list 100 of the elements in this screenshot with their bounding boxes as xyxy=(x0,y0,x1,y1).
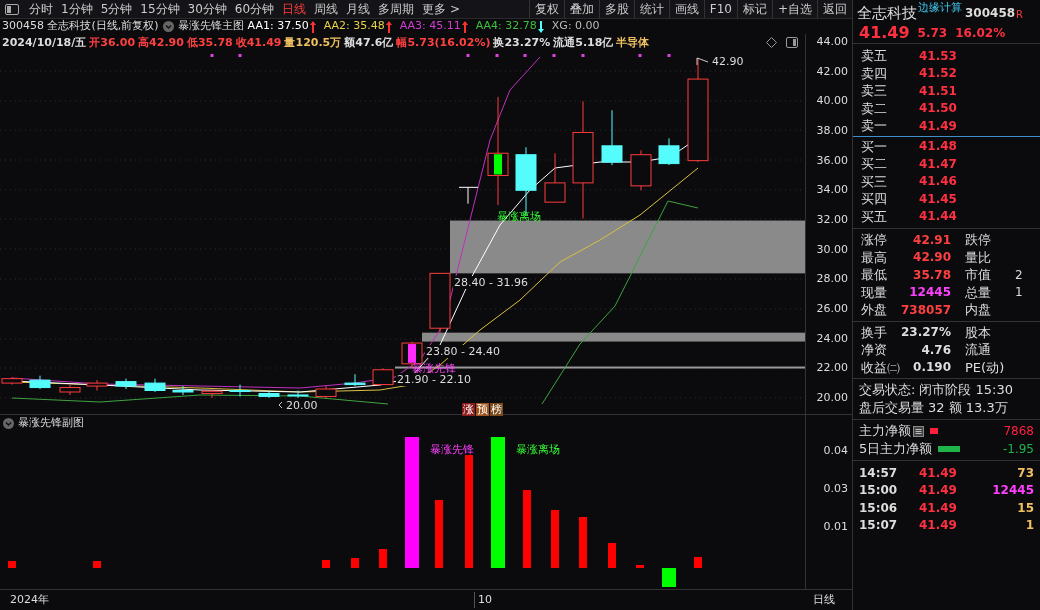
quote-value: 流通5.18亿 xyxy=(553,35,614,51)
quote-value: 2024/10/18/五 xyxy=(2,35,87,51)
chart-label: 20.00 xyxy=(286,399,318,412)
period-tab[interactable]: 60分钟 xyxy=(230,0,279,18)
chart-bar xyxy=(322,560,330,568)
period-tab[interactable]: 分时 xyxy=(25,0,57,18)
dropdown-icon[interactable] xyxy=(162,21,174,32)
toolbar-button[interactable]: F10 xyxy=(703,0,737,18)
order-price: 41.51 xyxy=(919,82,957,100)
candlestick xyxy=(315,385,337,399)
period-tab[interactable]: 日线 xyxy=(278,0,311,18)
stat-label: 净资 xyxy=(861,341,888,359)
tick-price: 41.49 xyxy=(919,482,958,500)
signal-badge: 涨 xyxy=(462,403,475,416)
quote-value: 收41.49 xyxy=(235,35,282,51)
candlestick xyxy=(630,149,652,191)
candlestick xyxy=(458,186,479,205)
candlestick xyxy=(258,390,280,399)
flow-label: 5日主力净额 xyxy=(859,440,933,459)
period-tab[interactable]: 月线 xyxy=(342,0,375,18)
chart-label: 23.80 - 24.40 xyxy=(425,345,501,358)
candlestick xyxy=(29,375,51,390)
candlestick xyxy=(372,367,394,386)
toolbar-button[interactable]: 画线 xyxy=(668,0,704,18)
stat-value: 23.27% xyxy=(901,324,951,342)
candlestick xyxy=(201,388,223,399)
tick-volume: 12445 xyxy=(992,482,1034,500)
tick-volume: 15 xyxy=(1017,499,1034,517)
axis-label: 34.00 xyxy=(816,183,848,198)
chart-label: 暴涨离场 xyxy=(516,443,560,456)
period-tab[interactable]: 5分钟 xyxy=(96,0,137,18)
panel-toggle-icon[interactable] xyxy=(786,37,798,48)
axis-label: 22.00 xyxy=(816,361,848,376)
chart-bar xyxy=(694,557,702,568)
toolbar-button[interactable]: 多股 xyxy=(598,0,634,18)
indicator-value: XG: 0.00 xyxy=(551,18,600,35)
flow-label: 主力净额 xyxy=(859,422,911,441)
axis-label: 36.00 xyxy=(816,153,848,168)
stat-label: 现量 xyxy=(861,283,888,302)
tick-time: 14:57 xyxy=(859,464,899,482)
toolbar-button[interactable]: 叠加 xyxy=(563,0,599,18)
change-percent: 16.02% xyxy=(955,24,1006,42)
quote-value: 低35.78 xyxy=(186,35,233,51)
candlestick xyxy=(144,378,166,393)
chart-label: 暴涨先锋 xyxy=(430,443,474,456)
order-label: 买四 xyxy=(861,190,888,208)
tick-time: 15:00 xyxy=(859,482,899,500)
period-tab[interactable]: 周线 xyxy=(310,0,343,18)
quote-value: 额47.6亿 xyxy=(344,35,394,51)
chart-bar xyxy=(636,565,644,568)
panel-toggle-icon[interactable] xyxy=(5,3,19,15)
axis-label: 32.00 xyxy=(816,212,848,227)
chart-bar xyxy=(579,517,587,568)
axis-label: 44.00 xyxy=(816,35,848,49)
stat-value: 2 xyxy=(1015,266,1023,284)
axis-label: 2024年 xyxy=(10,591,49,608)
axis-label: 40.00 xyxy=(816,94,848,109)
stat-label: 最高 xyxy=(861,248,888,267)
candlestick xyxy=(59,384,81,396)
toolbar-button[interactable]: 标记 xyxy=(736,0,772,18)
period-tab[interactable]: 30分钟 xyxy=(183,0,231,18)
diamond-icon[interactable] xyxy=(766,37,777,48)
dropdown-icon[interactable] xyxy=(3,417,14,429)
stat-value: 42.91 xyxy=(912,231,951,249)
candlestick xyxy=(544,152,566,203)
chart-bar xyxy=(379,549,387,568)
order-price: 41.46 xyxy=(919,173,957,191)
chart-bar xyxy=(551,510,559,568)
tick-time: 15:07 xyxy=(859,517,899,535)
order-label: 买五 xyxy=(861,207,888,226)
last-price: 41.49 xyxy=(859,21,910,44)
market-label: R xyxy=(1016,8,1024,22)
tick-price: 41.49 xyxy=(919,517,958,535)
order-label: 卖四 xyxy=(861,64,888,83)
toolbar-button[interactable]: +自选 xyxy=(771,0,817,18)
document-icon[interactable] xyxy=(913,425,924,437)
chart-label: 42.90 xyxy=(712,55,744,68)
toolbar-button[interactable]: 复权 xyxy=(528,0,564,18)
period-tab[interactable]: 15分钟 xyxy=(136,0,184,18)
chart-label: 暴涨离场 xyxy=(497,210,541,223)
stat-label: 最低 xyxy=(861,266,888,284)
chart-label: 暴涨先锋 xyxy=(412,362,456,375)
stat-label: 股本 xyxy=(965,323,991,342)
axis-label: 0.01 xyxy=(823,520,848,534)
order-label: 卖一 xyxy=(861,117,888,135)
session-value: 闭市阶段 15:30 xyxy=(919,381,1013,400)
toolbar-button[interactable]: 返回 xyxy=(817,0,852,18)
chart-label: 28.40 - 31.96 xyxy=(453,276,529,289)
tick-volume: 73 xyxy=(1017,464,1034,482)
period-tab[interactable]: 多周期 xyxy=(374,0,419,18)
stat-label: 内盘 xyxy=(965,301,992,319)
period-tab[interactable]: 更多 > xyxy=(418,0,464,18)
session-label: 盘后交易量 xyxy=(859,399,924,418)
axis-label: 0.04 xyxy=(823,444,848,458)
flow-value: -1.95 xyxy=(1002,441,1034,458)
period-tab[interactable]: 1分钟 xyxy=(57,0,97,18)
chart-bar xyxy=(93,561,101,568)
quote-value: 量120.5万 xyxy=(284,35,342,51)
quote-value: 高42.90 xyxy=(138,35,184,51)
toolbar-button[interactable]: 统计 xyxy=(633,0,669,18)
